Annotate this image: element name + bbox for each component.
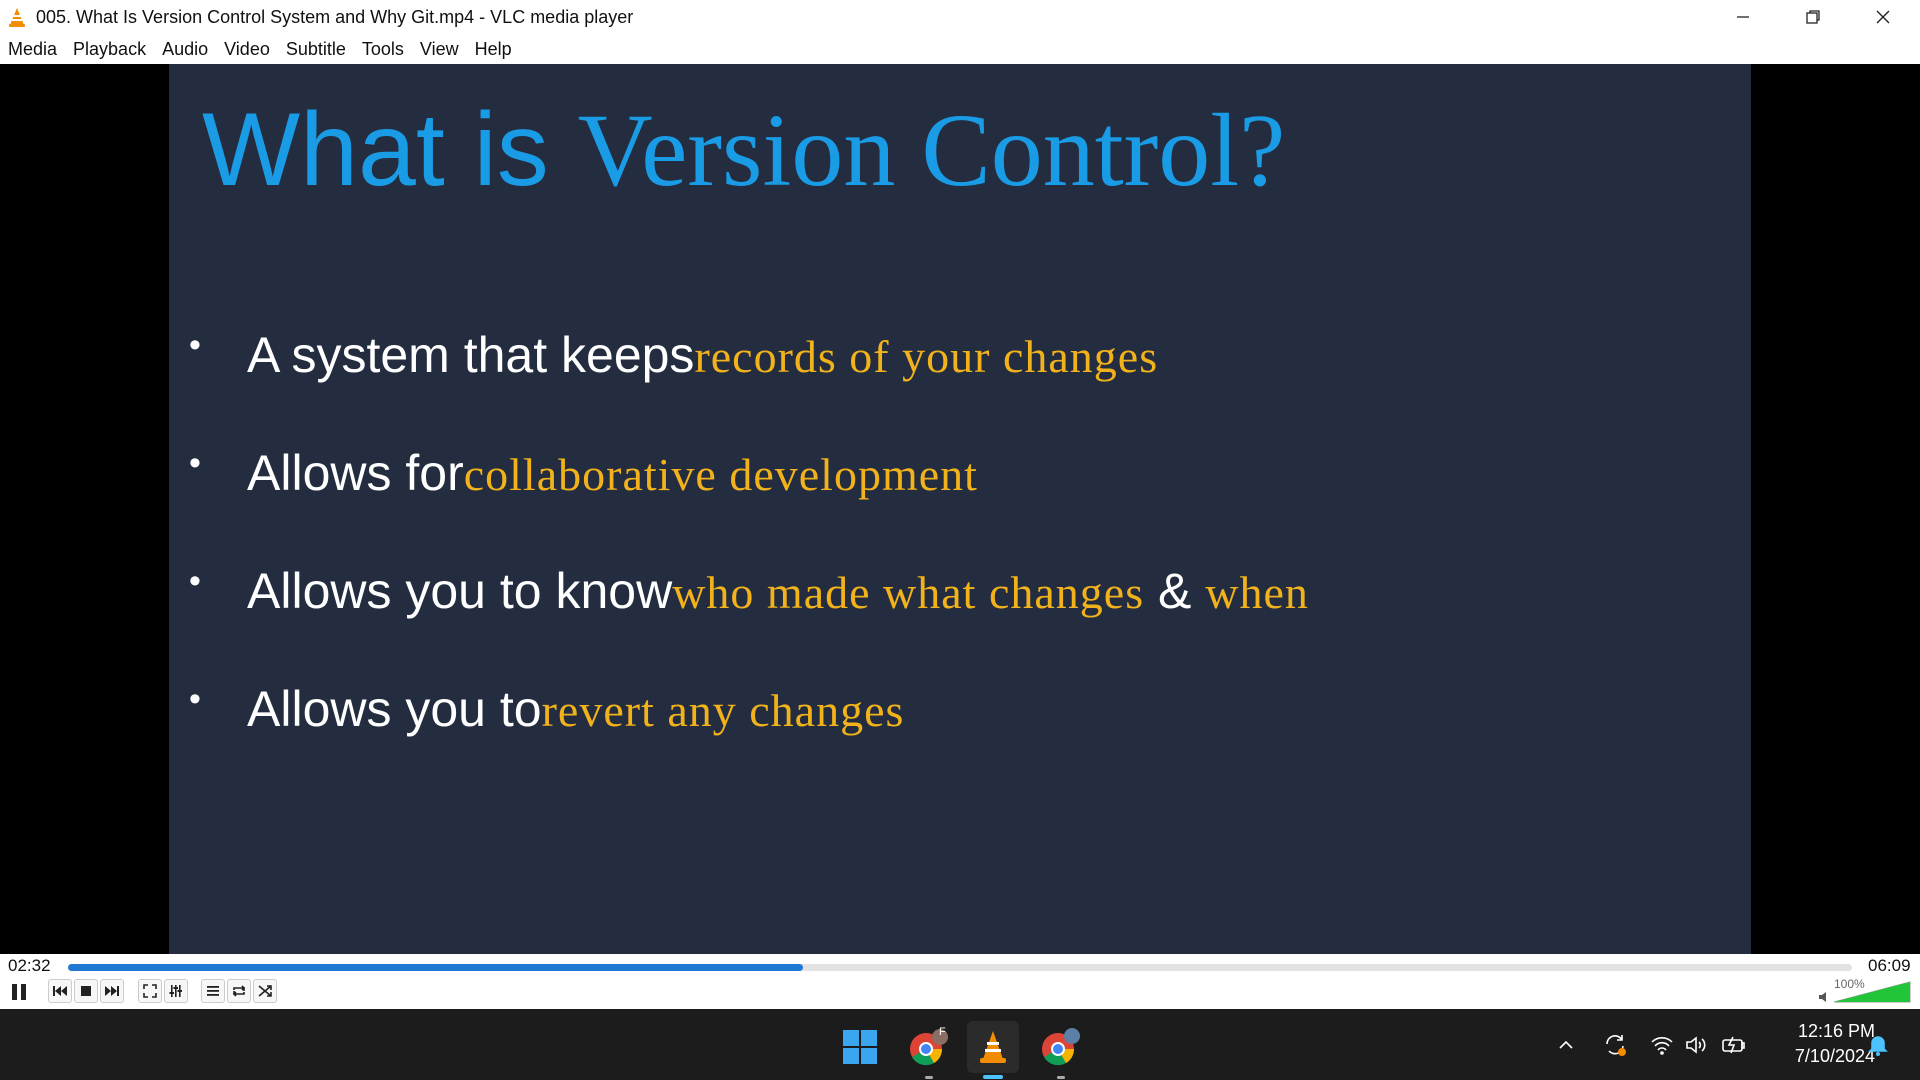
slide-bullet: • Allows you to know who made what chang… <box>169 562 1309 620</box>
bullet-text: A system that keeps <box>247 327 695 383</box>
shuffle-icon <box>258 985 272 997</box>
video-frame-slide: What is Version Control? • A system that… <box>169 64 1751 954</box>
bell-icon <box>1868 1036 1888 1056</box>
vlc-cone-icon <box>9 8 25 27</box>
vlc-cone-icon <box>980 1031 1006 1063</box>
menu-media[interactable]: Media <box>0 34 65 64</box>
wifi-tray-icon[interactable] <box>1648 1031 1676 1059</box>
slide-bullet: • Allows for collaborative development <box>169 444 978 502</box>
restore-button[interactable] <box>1778 0 1848 34</box>
volume-level-graphic <box>1834 981 1911 1003</box>
extended-settings-button[interactable] <box>164 979 188 1003</box>
shuffle-button[interactable] <box>253 979 277 1003</box>
bullet-ampersand: & <box>1144 563 1206 619</box>
playlist-button[interactable] <box>201 979 225 1003</box>
menu-tools[interactable]: Tools <box>354 34 412 64</box>
battery-charging-icon <box>1722 1036 1745 1054</box>
chevron-up-icon <box>1559 1040 1573 1049</box>
show-hidden-icons-button[interactable] <box>1552 1031 1580 1059</box>
stop-button[interactable] <box>74 979 98 1003</box>
slide-bullet: • A system that keeps records of your ch… <box>169 326 1158 384</box>
close-icon <box>1876 10 1890 24</box>
bullet-dot-icon: • <box>189 680 201 718</box>
volume-slider[interactable]: 100% <box>1818 977 1912 1004</box>
chrome-profile-initial: F <box>939 1026 946 1038</box>
speaker-icon <box>1819 992 1826 1002</box>
sync-icon <box>1606 1035 1626 1056</box>
bullet-highlight: who made what changes <box>672 567 1145 618</box>
bullet-text: Allows for <box>247 445 464 501</box>
bullet-highlight: collaborative development <box>463 449 978 500</box>
minimize-button[interactable] <box>1708 0 1778 34</box>
clock-time: 12:16 PM <box>1797 1021 1875 1041</box>
menu-video[interactable]: Video <box>216 34 278 64</box>
fullscreen-button[interactable] <box>138 979 162 1003</box>
pause-icon <box>12 984 26 1000</box>
battery-tray-icon[interactable] <box>1720 1031 1748 1059</box>
pause-button[interactable] <box>6 979 32 1005</box>
speaker-icon <box>1686 1036 1706 1054</box>
sync-tray-icon[interactable] <box>1601 1031 1629 1059</box>
skip-forward-icon <box>105 986 119 996</box>
menu-help[interactable]: Help <box>467 34 520 64</box>
volume-tray-icon[interactable] <box>1682 1031 1710 1059</box>
menu-bar: Media Playback Audio Video Subtitle Tool… <box>0 34 1920 64</box>
start-button[interactable] <box>834 1021 886 1073</box>
bullet-text: Allows you to <box>247 681 542 737</box>
skip-back-icon <box>53 986 67 996</box>
bullet-dot-icon: • <box>189 326 201 364</box>
bullet-highlight: when <box>1205 567 1309 618</box>
clock-date: 7/10/2024 <box>1794 1046 1875 1066</box>
slide-bullet-list: • A system that keeps records of your ch… <box>169 64 1751 954</box>
active-indicator <box>983 1075 1003 1079</box>
bullet-text: Allows you to know <box>247 563 673 619</box>
title-bar: 005. What Is Version Control System and … <box>0 0 1920 34</box>
taskbar: F 12:16 PM 7/10/2024 <box>0 1009 1920 1080</box>
minimize-icon <box>1737 16 1749 18</box>
taskbar-chrome-profile[interactable]: F <box>902 1021 954 1079</box>
video-area[interactable]: What is Version Control? • A system that… <box>0 64 1920 954</box>
previous-button[interactable] <box>48 979 72 1003</box>
fullscreen-icon <box>143 984 157 998</box>
menu-audio[interactable]: Audio <box>154 34 216 64</box>
stop-icon <box>81 986 91 996</box>
running-indicator <box>1057 1076 1065 1079</box>
menu-view[interactable]: View <box>412 34 467 64</box>
wifi-icon <box>1651 1037 1673 1055</box>
taskbar-vlc[interactable] <box>967 1021 1019 1079</box>
bullet-dot-icon: • <box>189 562 201 600</box>
loop-icon <box>232 985 246 997</box>
close-button[interactable] <box>1848 0 1918 34</box>
chrome-icon <box>1042 1028 1080 1066</box>
bullet-highlight: revert any changes <box>541 685 905 736</box>
taskbar-clock[interactable]: 12:16 PM 7/10/2024 <box>1755 1019 1875 1069</box>
player-controls: 02:32 06:09 100% <box>0 954 1920 1009</box>
window-title: 005. What Is Version Control System and … <box>36 6 634 27</box>
loop-button[interactable] <box>227 979 251 1003</box>
menu-playback[interactable]: Playback <box>65 34 154 64</box>
windows-logo-icon <box>843 1030 877 1064</box>
equalizer-icon <box>169 985 182 997</box>
notification-button[interactable] <box>1864 1031 1892 1059</box>
playlist-icon <box>207 986 219 996</box>
bullet-highlight: records of your changes <box>694 331 1159 382</box>
restore-icon <box>1806 10 1820 24</box>
elapsed-time: 02:32 <box>8 956 51 975</box>
seek-progress <box>68 964 803 971</box>
total-duration: 06:09 <box>1868 956 1911 975</box>
seek-bar[interactable] <box>68 964 1852 971</box>
taskbar-chrome[interactable] <box>1034 1021 1086 1079</box>
next-button[interactable] <box>100 979 124 1003</box>
bullet-dot-icon: • <box>189 444 201 482</box>
running-indicator <box>925 1076 933 1079</box>
menu-subtitle[interactable]: Subtitle <box>278 34 354 64</box>
slide-bullet: • Allows you to revert any changes <box>169 680 904 738</box>
